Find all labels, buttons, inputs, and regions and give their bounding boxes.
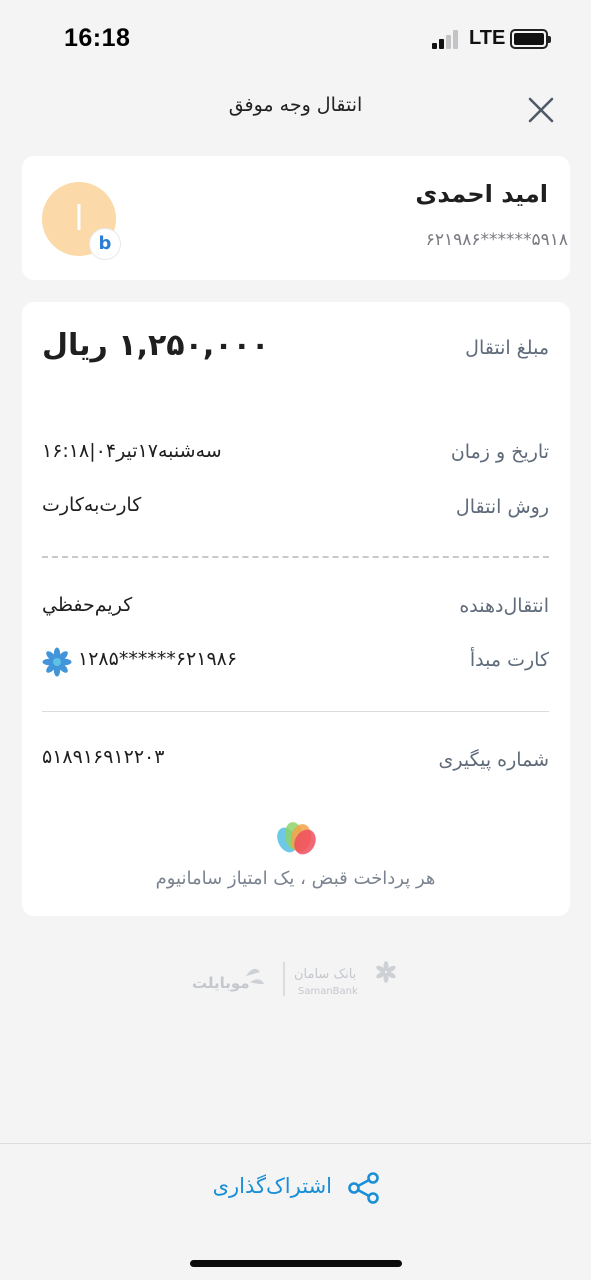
promo-text: هر پرداخت قبض ، یک امتیاز سامانیوم: [155, 868, 436, 889]
saman-flower-icon: [42, 647, 72, 677]
home-indicator[interactable]: [190, 1260, 402, 1267]
sender-value: كريم‌حفظي: [42, 594, 133, 616]
battery-icon: [510, 29, 551, 49]
close-icon: [528, 97, 554, 123]
amount-value: ۱,۲۵۰,۰۰۰ ریال: [42, 328, 270, 363]
footer-logos: موبایلت بانک سامان SamanBank: [190, 958, 402, 1000]
samanium-logo-icon: [273, 820, 319, 858]
dashed-divider: [42, 556, 549, 558]
bank-logo-icon: b: [89, 228, 121, 260]
sender-label: انتقال‌دهنده: [459, 595, 549, 617]
saman-bank-fa-text: بانک سامان: [294, 967, 356, 982]
amount-label: مبلغ انتقال: [465, 337, 549, 359]
status-time: 16:18: [64, 24, 131, 52]
datetime-label: تاریخ و زمان: [450, 441, 549, 463]
close-button[interactable]: [524, 95, 558, 125]
source-card-label: کارت مبدأ: [469, 649, 549, 671]
recipient-name: امید احمدی: [415, 180, 548, 208]
divider: [42, 711, 549, 712]
bottom-bar-divider: [0, 1143, 591, 1144]
mobilet-logo-text: موبایلت: [192, 974, 250, 992]
tracking-label: شماره پیگیری: [438, 749, 549, 771]
source-card-value: ۶۲۱۹۸۶******۱۲۸۵: [78, 648, 238, 670]
share-icon: [348, 1172, 379, 1204]
method-value: کارت‌به‌کارت: [42, 494, 142, 516]
share-button[interactable]: اشتراک‌گذاری: [200, 1165, 390, 1211]
datetime-value: سه‌شنبه۱۷تیر۰۴|۱۶:۱۸: [42, 440, 222, 462]
page-title: انتقال وجه موفق: [228, 94, 363, 116]
network-type: LTE: [469, 27, 506, 49]
tracking-value: ۵۱۸۹۱۶۹۱۲۲۰۳: [42, 746, 165, 768]
cellular-signal-icon: [432, 29, 462, 49]
recipient-card-number: ۶۲۱۹۸۶******۵۹۱۸: [425, 230, 568, 250]
method-label: روش انتقال: [455, 496, 549, 518]
share-label: اشتراک‌گذاری: [212, 1174, 332, 1198]
saman-bank-en-text: SamanBank: [298, 986, 358, 997]
